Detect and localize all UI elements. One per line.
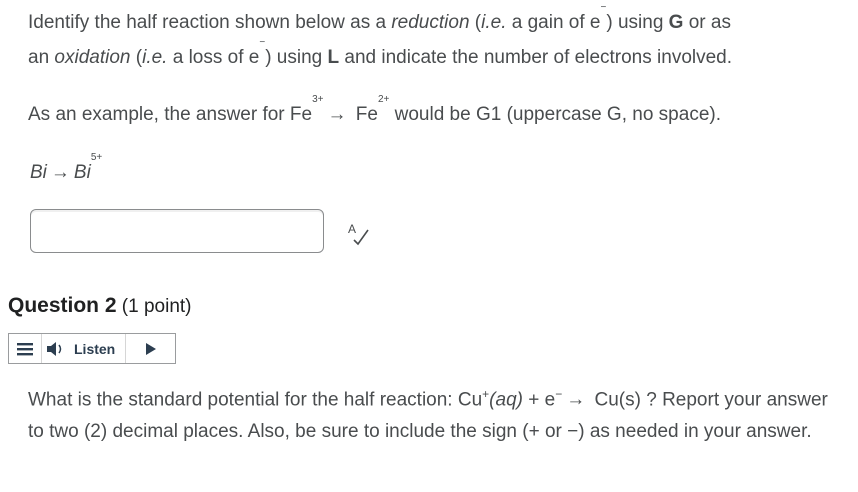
example-text: would be G1 (uppercase G, no space). (389, 104, 721, 125)
q1-ie: i.e. (142, 47, 168, 68)
listen-toolbar: Listen (8, 333, 176, 364)
question1-text-line1: Identify the half reaction shown below a… (28, 2, 838, 75)
arrow: → (566, 389, 586, 411)
electron-minus: − (259, 37, 266, 48)
q1-text: ( (469, 12, 482, 33)
q1-text: Identify the half reaction shown below a… (28, 12, 392, 33)
speaker-icon (47, 341, 62, 356)
q2-state: (aq) (489, 389, 523, 411)
arrow: → (327, 104, 347, 125)
equation-product: Bi (73, 162, 91, 183)
q1-oxidation: oxidation (54, 47, 131, 68)
answer-input[interactable] (30, 209, 324, 253)
q1-text: a loss of e (167, 47, 260, 68)
equation-reactant: Bi (30, 162, 47, 183)
q2-text: What is the standard potential for the h… (28, 389, 483, 411)
q1-text: an (28, 47, 55, 68)
arrow: → (50, 162, 70, 183)
question1-example: As an example, the answer for Fe3+→ Fe2+… (28, 94, 838, 132)
charge-superscript: 3+ (312, 94, 324, 105)
q1-L: L (327, 47, 340, 68)
q1-text: a gain of e (506, 12, 601, 33)
question-number: Question 2 (8, 294, 117, 317)
spellcheck-icon[interactable]: A (346, 220, 372, 246)
q1-text: and indicate the number of electrons inv… (339, 47, 733, 68)
example-text: As an example, the answer for Fe (28, 104, 313, 125)
listen-label: Listen (74, 340, 116, 357)
svg-text:A: A (348, 222, 356, 236)
listen-button[interactable]: Listen (42, 334, 127, 363)
electron-minus: − (600, 2, 607, 13)
charge-superscript: 5+ (90, 152, 103, 163)
q1-ie: i.e. (481, 12, 507, 33)
q1-text: or as (683, 12, 731, 33)
charge-superscript: 2+ (377, 94, 390, 105)
q1-text: ) using (606, 12, 669, 33)
play-icon[interactable] (126, 342, 175, 356)
question-points: (1 point) (116, 296, 192, 317)
q1-text: ) using (265, 47, 328, 68)
menu-icon[interactable] (9, 334, 42, 363)
q1-text: ( (130, 47, 143, 68)
example-text: Fe (350, 104, 378, 125)
q2-text: + e (522, 389, 556, 411)
half-reaction-equation: Bi → Bi5+ (30, 152, 103, 190)
q1-G: G (668, 12, 684, 33)
question2-text: What is the standard potential for the h… (28, 379, 828, 447)
question2-title: Question 2 (1 point) (8, 294, 192, 318)
q1-reduction: reduction (391, 12, 470, 33)
